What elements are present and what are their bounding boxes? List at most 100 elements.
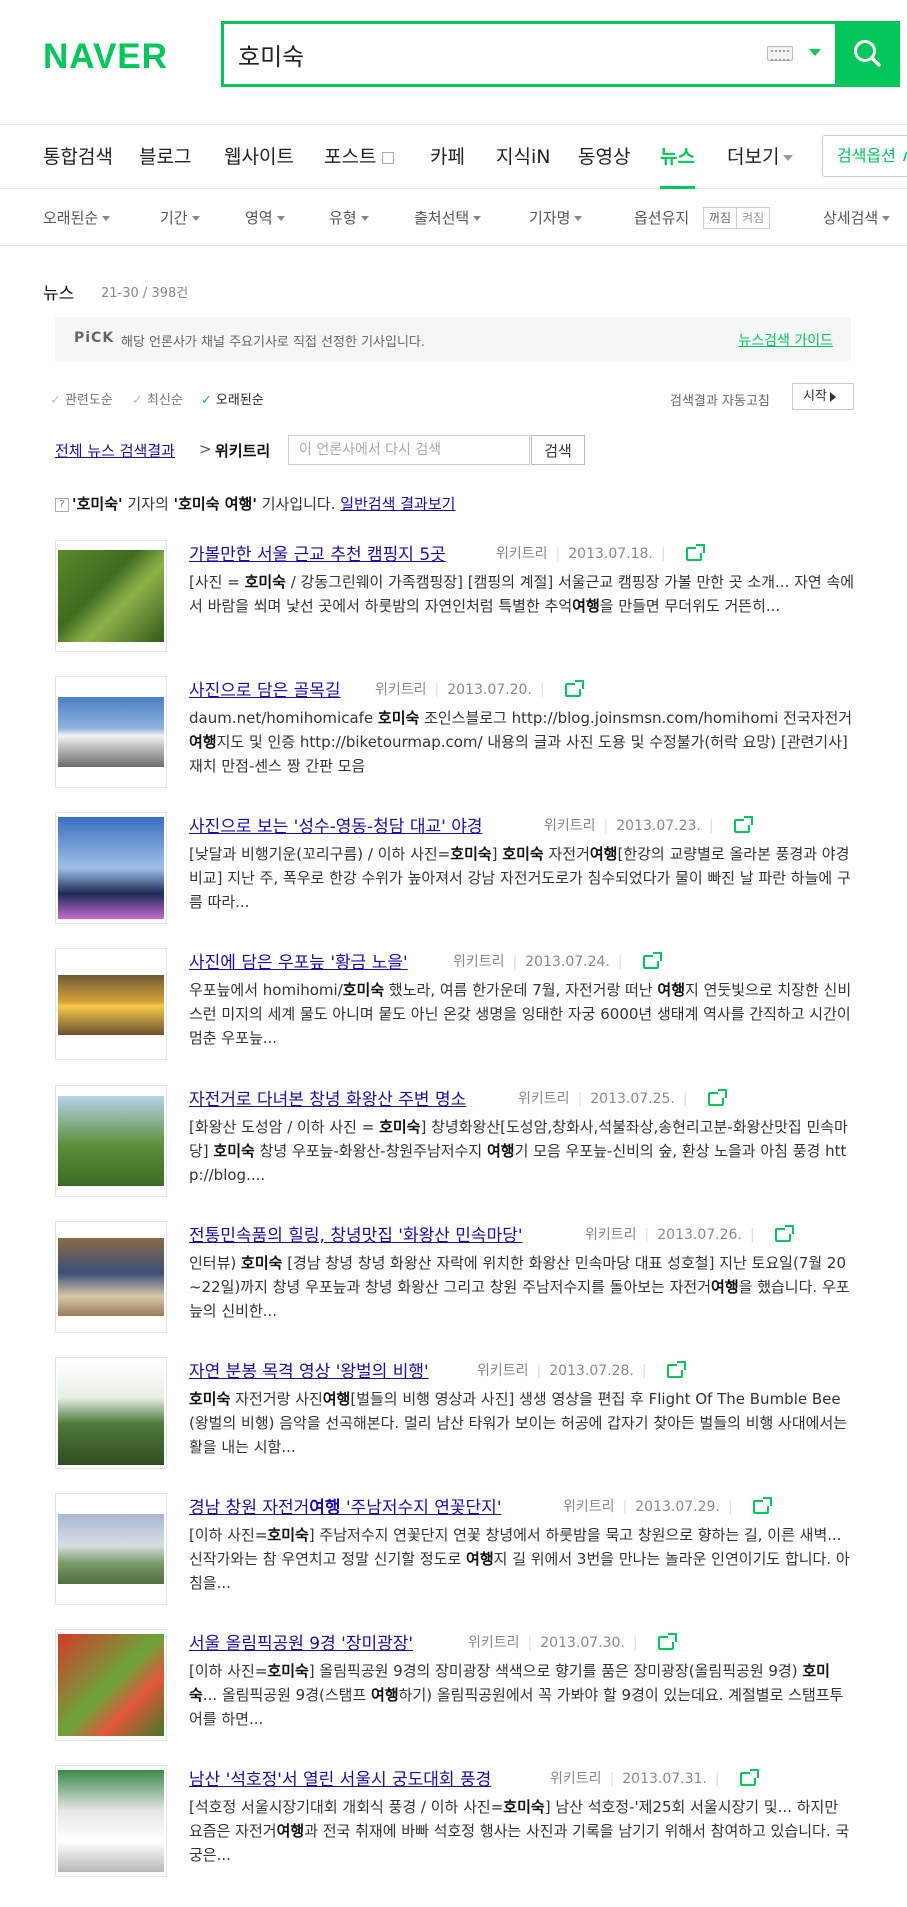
pick-text: 해당 언론사가 채널 주요기사로 직접 선정한 기사입니다. xyxy=(121,335,426,350)
share-icon[interactable] xyxy=(774,1225,794,1242)
search-input[interactable] xyxy=(238,36,718,72)
news-thumbnail[interactable] xyxy=(55,1085,167,1197)
search-options-button[interactable]: 검색옵션 ∧ xyxy=(822,135,907,177)
news-thumbnail[interactable] xyxy=(55,540,167,652)
meta-separator: | xyxy=(660,546,666,562)
filter-source[interactable]: 출처선택 xyxy=(414,190,482,246)
tab-integrated[interactable]: 통합검색 xyxy=(43,126,113,189)
news-thumbnail[interactable] xyxy=(55,1221,167,1333)
list-item: 자연 분봉 목격 영상 '왕벌의 비행' 위키트리 | 2013.07.28. | 호미숙… xyxy=(55,1357,855,1477)
tab-cafe[interactable]: 카페 xyxy=(430,126,465,189)
meta-separator: | xyxy=(555,546,561,562)
news-press[interactable]: 위키트리 xyxy=(453,954,505,970)
auto-refresh-start-button[interactable]: 시작 xyxy=(792,383,854,410)
share-icon[interactable] xyxy=(685,544,705,561)
chevron-down-icon[interactable] xyxy=(809,49,821,56)
all-news-results-link[interactable]: 전체 뉴스 검색결과 xyxy=(55,440,175,461)
news-thumbnail[interactable] xyxy=(55,676,167,788)
tab-video[interactable]: 동영상 xyxy=(578,126,630,189)
toggle-off[interactable]: 꺼짐 xyxy=(704,208,738,228)
chevron-down-icon xyxy=(191,216,200,221)
check-icon: ✓ xyxy=(50,393,61,408)
news-title-link[interactable]: 경남 창원 자전거여행 '주남저수지 연꽃단지' xyxy=(189,1493,502,1518)
thumbnail-image xyxy=(58,1096,164,1186)
news-title-link[interactable]: 남산 '석호정'서 열린 서울시 궁도대회 풍경 xyxy=(189,1765,491,1790)
news-thumbnail[interactable] xyxy=(55,1765,167,1877)
tab-post[interactable]: 포스트 xyxy=(324,126,395,189)
keyboard-icon[interactable] xyxy=(767,46,793,61)
news-title-link[interactable]: 자전거로 다녀본 창녕 화왕산 주변 명소 xyxy=(189,1085,466,1110)
news-press[interactable]: 위키트리 xyxy=(518,1091,570,1107)
breadcrumb-separator: > xyxy=(199,440,212,458)
news-title-link[interactable]: 사진에 담은 우포늪 '황금 노을' xyxy=(189,948,408,973)
news-thumbnail[interactable] xyxy=(55,948,167,1060)
press-search-button[interactable]: 검색 xyxy=(531,435,585,465)
news-title-link[interactable]: 서울 올림픽공원 9경 '장미광장' xyxy=(189,1629,413,1654)
sort-latest[interactable]: ✓ 최신순 xyxy=(132,389,183,408)
news-thumbnail[interactable] xyxy=(55,1629,167,1741)
news-press[interactable]: 위키트리 xyxy=(550,1771,602,1787)
filter-period[interactable]: 기간 xyxy=(160,190,200,246)
tab-more[interactable]: 더보기 xyxy=(727,126,794,189)
news-title-link[interactable]: 자연 분봉 목격 영상 '왕벌의 비행' xyxy=(189,1357,429,1382)
news-thumbnail[interactable] xyxy=(55,1357,167,1469)
naver-logo[interactable]: NAVER xyxy=(43,37,168,77)
check-icon: ✓ xyxy=(201,393,212,408)
news-snippet: [이하 사진=호미숙] 주남저수지 연꽃단지 연꽃 창녕에서 하룻밤을 묵고 창… xyxy=(189,1526,850,1592)
share-icon[interactable] xyxy=(707,1089,727,1106)
tab-blog[interactable]: 블로그 xyxy=(139,126,191,189)
filter-area[interactable]: 영역 xyxy=(245,190,285,246)
meta-separator: | xyxy=(644,1227,650,1243)
news-press[interactable]: 위키트리 xyxy=(544,818,596,834)
meta-separator: | xyxy=(682,1091,688,1107)
share-icon[interactable] xyxy=(666,1361,686,1378)
share-icon[interactable] xyxy=(739,1769,759,1786)
check-icon: ✓ xyxy=(132,393,143,408)
news-snippet: [이하 사진=호미숙] 올림픽공원 9경의 장미광장 색색으로 향기를 품은 장… xyxy=(189,1662,844,1728)
section-title: 뉴스 xyxy=(43,284,75,304)
pick-label: PiCK xyxy=(74,330,115,346)
keep-option-toggle[interactable]: 꺼짐 켜짐 xyxy=(703,207,771,229)
filter-type[interactable]: 유형 xyxy=(329,190,369,246)
news-title-link[interactable]: 사진으로 보는 '성수-영동-청담 대교' 야경 xyxy=(189,812,482,837)
share-icon[interactable] xyxy=(657,1633,677,1650)
share-icon[interactable] xyxy=(752,1497,772,1514)
meta-separator: | xyxy=(539,682,545,698)
thumbnail-image xyxy=(58,1514,164,1584)
news-press[interactable]: 위키트리 xyxy=(585,1227,637,1243)
filter-reporter[interactable]: 기자명 xyxy=(529,190,583,246)
news-thumbnail[interactable] xyxy=(55,1493,167,1605)
share-icon[interactable] xyxy=(642,952,662,969)
news-press[interactable]: 위키트리 xyxy=(496,546,548,562)
filter-sort[interactable]: 오래된순 xyxy=(43,190,111,246)
toggle-on[interactable]: 켜짐 xyxy=(737,208,769,228)
news-title-link[interactable]: 가볼만한 서울 근교 추천 캠핑지 5곳 xyxy=(189,540,446,565)
general-search-link[interactable]: 일반검색 결과보기 xyxy=(340,495,455,513)
meta-separator: | xyxy=(708,818,714,834)
news-search-guide-link[interactable]: 뉴스검색 가이드 xyxy=(738,330,833,350)
tab-kin[interactable]: 지식iN xyxy=(496,126,550,189)
news-title-link[interactable]: 사진으로 담은 골목길 xyxy=(189,676,341,701)
news-title-link[interactable]: 전통민속품의 힐링, 창녕맛집 '화왕산 민속마당' xyxy=(189,1221,523,1246)
share-icon[interactable] xyxy=(733,816,753,833)
news-snippet: 인터뷰) 호미숙 [경남 창녕 창녕 화왕산 자락에 위치한 화왕산 민속마당 … xyxy=(189,1254,850,1320)
tab-news[interactable]: 뉴스 xyxy=(660,126,695,189)
news-date: 2013.07.23. xyxy=(616,818,701,834)
meta-separator: | xyxy=(714,1771,720,1787)
news-date: 2013.07.29. xyxy=(635,1499,720,1515)
start-label: 시작 xyxy=(803,389,827,404)
filter-detail[interactable]: 상세검색 xyxy=(823,190,891,246)
search-button[interactable] xyxy=(835,21,900,87)
sort-relevance[interactable]: ✓ 관련도순 xyxy=(50,389,113,408)
share-icon[interactable] xyxy=(564,680,584,697)
sort-oldest[interactable]: ✓ 오래된순 xyxy=(201,389,264,408)
reporter-note: ? '호미숙' 기자의 '호미숙 여행' 기사입니다. 일반검색 결과보기 xyxy=(55,493,455,514)
news-press[interactable]: 위키트리 xyxy=(563,1499,615,1515)
news-press[interactable]: 위키트리 xyxy=(477,1363,529,1379)
news-press[interactable]: 위키트리 xyxy=(375,682,427,698)
chevron-down-icon xyxy=(882,216,891,221)
tab-website[interactable]: 웹사이트 xyxy=(224,126,294,189)
press-search-input[interactable] xyxy=(288,435,530,465)
news-press[interactable]: 위키트리 xyxy=(468,1635,520,1651)
news-thumbnail[interactable] xyxy=(55,812,167,924)
